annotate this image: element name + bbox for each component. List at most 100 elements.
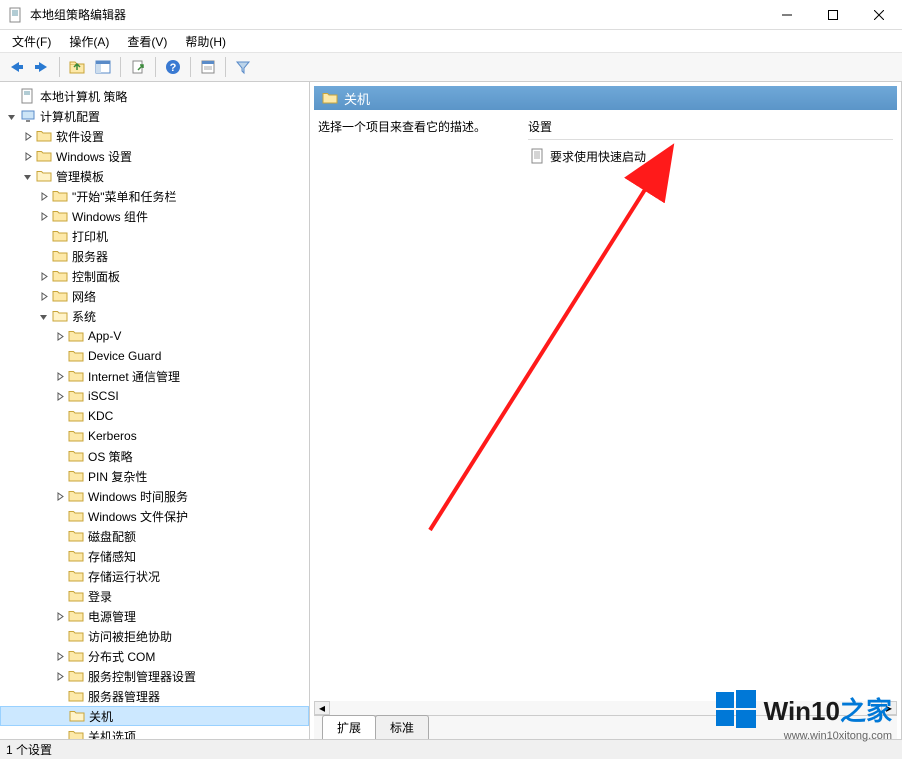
export-list-button[interactable] <box>126 55 150 79</box>
scroll-left-icon[interactable]: ◂ <box>314 701 330 715</box>
tree-item[interactable]: "开始"菜单和任务栏 <box>0 186 309 206</box>
tree-windows-settings[interactable]: Windows 设置 <box>0 146 309 166</box>
tree-item-label: 服务控制管理器设置 <box>88 668 196 685</box>
tree-computer-config[interactable]: 计算机配置 <box>0 106 309 126</box>
tree-item[interactable]: 存储运行状况 <box>0 566 309 586</box>
tab-standard[interactable]: 标准 <box>375 715 429 739</box>
help-button[interactable]: ? <box>161 55 185 79</box>
watermark-brand-main: Win10 <box>764 696 840 726</box>
tree-toggle[interactable] <box>36 269 50 283</box>
menu-view[interactable]: 查看(V) <box>119 31 175 52</box>
policy-item-icon <box>530 148 546 164</box>
menu-help[interactable]: 帮助(H) <box>177 31 234 52</box>
tree-item-label: "开始"菜单和任务栏 <box>72 188 177 205</box>
settings-item[interactable]: 要求使用快速启动 <box>528 146 893 166</box>
tree-item[interactable]: 服务控制管理器设置 <box>0 666 309 686</box>
tree-toggle[interactable] <box>52 609 66 623</box>
tree-item-label: 分布式 COM <box>88 648 155 665</box>
minimize-button[interactable] <box>764 0 810 29</box>
tree-item[interactable]: 打印机 <box>0 226 309 246</box>
tree-toggle[interactable] <box>20 169 34 183</box>
statusbar-text: 1 个设置 <box>6 741 52 758</box>
tree-toggle[interactable] <box>52 369 66 383</box>
tree-item[interactable]: 存储感知 <box>0 546 309 566</box>
tree-toggle[interactable] <box>36 189 50 203</box>
svg-text:?: ? <box>170 62 177 74</box>
watermark: Win10之家 www.win10xitong.com <box>716 689 892 729</box>
up-level-button[interactable] <box>65 55 89 79</box>
tree-item-label: 本地计算机 策略 <box>40 88 127 105</box>
funnel-icon <box>235 59 251 75</box>
tree-item[interactable]: Windows 文件保护 <box>0 506 309 526</box>
filter-button[interactable] <box>231 55 255 79</box>
tree-root[interactable]: 本地计算机 策略 <box>0 86 309 106</box>
chevron-right-icon <box>39 272 48 281</box>
tree-toggle[interactable] <box>36 209 50 223</box>
tree-toggle[interactable] <box>20 129 34 143</box>
tree-item[interactable]: 网络 <box>0 286 309 306</box>
show-hide-tree-button[interactable] <box>91 55 115 79</box>
tree-item[interactable]: 控制面板 <box>0 266 309 286</box>
nav-forward-button[interactable] <box>30 55 54 79</box>
settings-header[interactable]: 设置 <box>528 118 893 140</box>
folder-up-icon <box>69 59 85 75</box>
tree-toggle[interactable] <box>20 149 34 163</box>
watermark-url: www.win10xitong.com <box>784 730 892 742</box>
tree-toggle[interactable] <box>52 649 66 663</box>
menubar: 文件(F) 操作(A) 查看(V) 帮助(H) <box>0 30 902 52</box>
tree-item-label: Windows 文件保护 <box>88 508 188 525</box>
tree-toggle[interactable] <box>36 309 50 323</box>
tree-toggle[interactable] <box>52 329 66 343</box>
tree-software-settings[interactable]: 软件设置 <box>0 126 309 146</box>
tree-item[interactable]: App-V <box>0 326 309 346</box>
tab-extended[interactable]: 扩展 <box>322 715 376 739</box>
settings-column: 设置 要求使用快速启动 <box>528 118 893 701</box>
chevron-right-icon <box>39 192 48 201</box>
tree-item[interactable]: 关机选项 <box>0 726 309 739</box>
tree-toggle[interactable] <box>4 109 18 123</box>
tree-item[interactable]: Device Guard <box>0 346 309 366</box>
export-icon <box>130 59 146 75</box>
menu-action[interactable]: 操作(A) <box>61 31 117 52</box>
tree-item[interactable]: 磁盘配额 <box>0 526 309 546</box>
menu-file[interactable]: 文件(F) <box>4 31 59 52</box>
content-header: 关机 <box>314 86 897 110</box>
chevron-down-icon <box>7 112 16 121</box>
tree-toggle[interactable] <box>52 669 66 683</box>
tree-item-label: 电源管理 <box>88 608 136 625</box>
tree-item[interactable]: OS 策略 <box>0 446 309 466</box>
nav-back-button[interactable] <box>4 55 28 79</box>
tree-item[interactable]: KDC <box>0 406 309 426</box>
tree-item[interactable]: 服务器管理器 <box>0 686 309 706</box>
tree-item[interactable]: 分布式 COM <box>0 646 309 666</box>
tree-admin-templates[interactable]: 管理模板 <box>0 166 309 186</box>
chevron-right-icon <box>39 292 48 301</box>
tree-item[interactable]: Windows 时间服务 <box>0 486 309 506</box>
chevron-right-icon <box>55 672 64 681</box>
tree-item[interactable]: 服务器 <box>0 246 309 266</box>
tree-item-label: 计算机配置 <box>40 108 100 125</box>
tree-toggle[interactable] <box>52 489 66 503</box>
tree-item[interactable]: 关机 <box>0 706 309 726</box>
tree-item-label: 软件设置 <box>56 128 104 145</box>
chevron-right-icon <box>55 392 64 401</box>
maximize-button[interactable] <box>810 0 856 29</box>
tree-item-label: 打印机 <box>72 228 108 245</box>
tree-item[interactable]: Internet 通信管理 <box>0 366 309 386</box>
tree-item[interactable]: Kerberos <box>0 426 309 446</box>
tree-item-label: 存储感知 <box>88 548 136 565</box>
tree-item[interactable]: 电源管理 <box>0 606 309 626</box>
tree-panel[interactable]: 本地计算机 策略计算机配置软件设置Windows 设置管理模板 "开始"菜单和任务… <box>0 82 310 739</box>
tree-toggle[interactable] <box>36 289 50 303</box>
tree-item[interactable]: Windows 组件 <box>0 206 309 226</box>
tree-toggle[interactable] <box>52 389 66 403</box>
tree-item[interactable]: PIN 复杂性 <box>0 466 309 486</box>
close-button[interactable] <box>856 0 902 29</box>
arrow-left-icon <box>7 60 25 74</box>
main-area: 本地计算机 策略计算机配置软件设置Windows 设置管理模板 "开始"菜单和任务… <box>0 82 902 739</box>
properties-button[interactable] <box>196 55 220 79</box>
tree-item[interactable]: iSCSI <box>0 386 309 406</box>
tree-system[interactable]: 系统 <box>0 306 309 326</box>
tree-item[interactable]: 访问被拒绝协助 <box>0 626 309 646</box>
tree-item[interactable]: 登录 <box>0 586 309 606</box>
